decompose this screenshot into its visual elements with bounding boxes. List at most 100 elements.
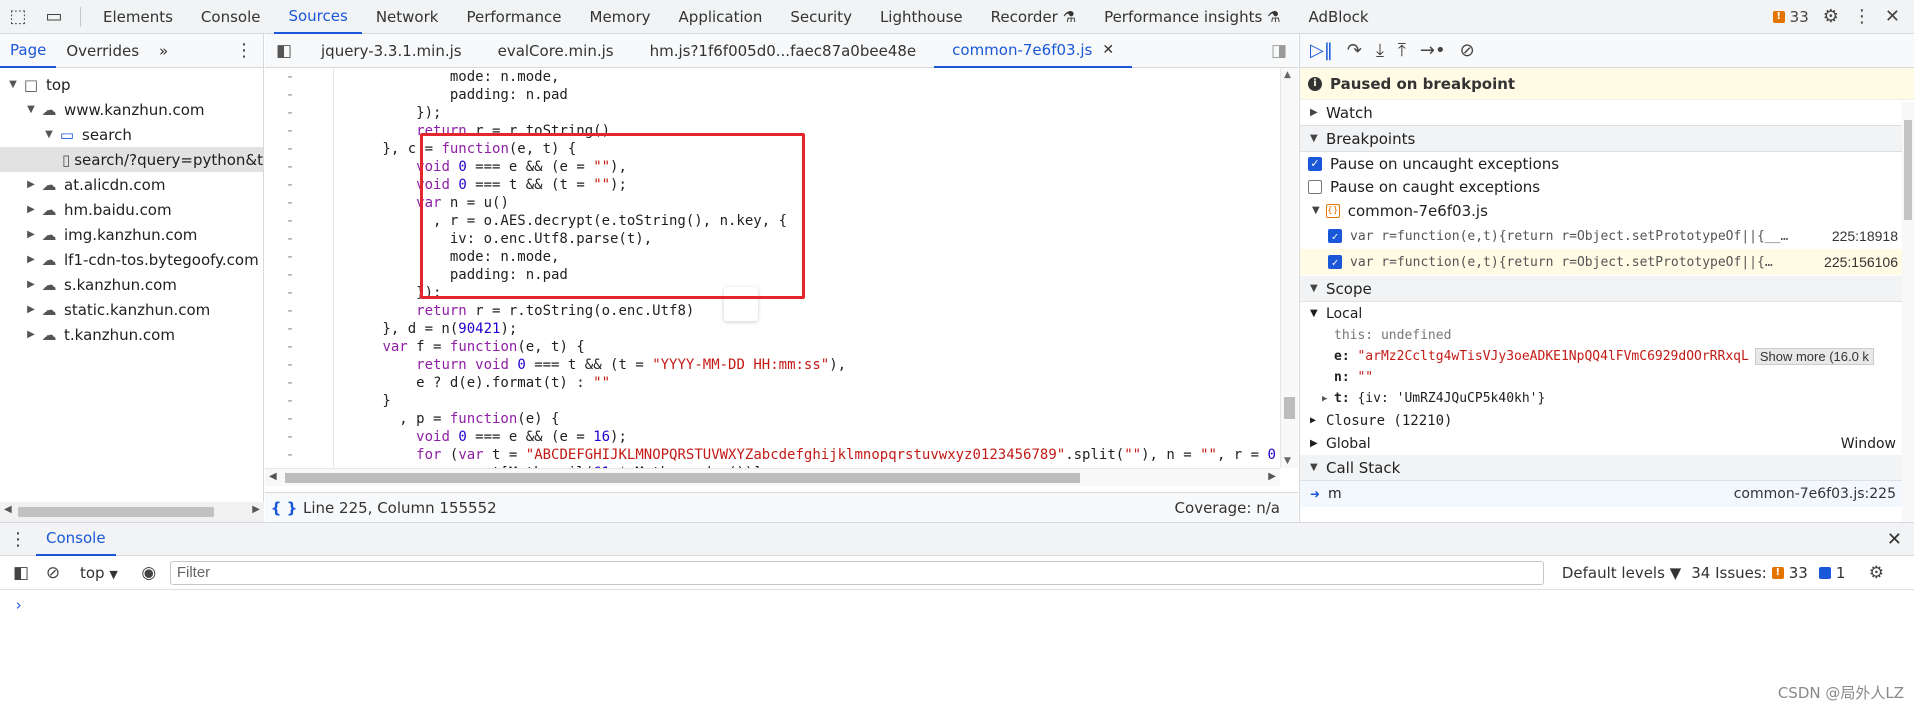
tab-adblock[interactable]: AdBlock (1294, 0, 1382, 34)
code-line[interactable]: - return void 0 === t && (t = "YYYY-MM-D… (265, 356, 1280, 374)
gear-icon[interactable]: ⚙ (1865, 563, 1887, 583)
tab-overrides[interactable]: Overrides (56, 34, 149, 68)
line-gutter[interactable]: - (265, 212, 315, 230)
navigator-horizontal-scrollbar[interactable]: ◀ ▶ (0, 502, 264, 522)
tree-item[interactable]: ▶ ☁ img.kanzhun.com (0, 222, 263, 247)
section-breakpoints[interactable]: ▼ Breakpoints (1300, 126, 1914, 152)
scroll-right-icon[interactable]: ▶ (1268, 471, 1276, 482)
tab-lighthouse[interactable]: Lighthouse (866, 0, 977, 34)
gear-icon[interactable]: ⚙ (1823, 6, 1839, 27)
scope-closure[interactable]: ▶ Closure (12210) (1300, 409, 1914, 432)
breakpoint-item[interactable]: ✓ var r=function(e,t){return r=Object.set… (1300, 249, 1914, 275)
more-tabs-icon[interactable]: » (149, 34, 178, 68)
expand-icon[interactable]: ▶ (24, 279, 38, 290)
device-toolbar-icon[interactable]: ▭ (36, 0, 72, 34)
collapse-icon[interactable]: ▼ (6, 79, 20, 90)
code-line[interactable]: - for (var t = "ABCDEFGHIJKLMNOPQRSTUVWX… (265, 446, 1280, 464)
tab-recorder[interactable]: Recorder ⚗ (977, 0, 1090, 34)
call-frame[interactable]: ➜ m common-7e6f03.js:225 (1300, 481, 1914, 507)
tab-elements[interactable]: Elements (89, 0, 187, 34)
tree-item[interactable]: ▶ ☁ at.alicdn.com (0, 172, 263, 197)
line-gutter[interactable]: - (265, 122, 315, 140)
expand-icon[interactable]: ▶ (24, 254, 38, 265)
breakpoint-file-group[interactable]: ▼ {} common-7e6f03.js (1300, 198, 1914, 223)
filter-input[interactable] (169, 560, 1544, 585)
scroll-up-icon[interactable]: ▲ (1284, 70, 1291, 80)
step-out-icon[interactable]: ⤒ (1398, 40, 1406, 61)
expand-icon[interactable]: ▶ (24, 329, 38, 340)
code-line[interactable]: - }); (265, 104, 1280, 122)
kebab-menu-icon[interactable]: ⋮ (235, 40, 263, 61)
context-selector[interactable]: top ▼ (80, 564, 118, 582)
line-gutter[interactable]: - (265, 158, 315, 176)
eye-icon[interactable]: ◉ (138, 563, 160, 583)
toggle-debugger-icon[interactable]: ◨ (1260, 41, 1298, 61)
close-tab-icon[interactable]: ✕ (1102, 42, 1114, 58)
tab-sources[interactable]: Sources (274, 0, 362, 34)
line-gutter[interactable]: - (265, 140, 315, 158)
line-gutter[interactable]: - (265, 374, 315, 392)
inspect-element-icon[interactable]: ⬚ (0, 0, 36, 34)
scroll-right-icon[interactable]: ▶ (252, 504, 260, 515)
code-line[interactable]: - e ? d(e).format(t) : "" (265, 374, 1280, 392)
line-gutter[interactable]: - (265, 410, 315, 428)
editor-tab[interactable]: hm.js?1f6f005d0...faec87a0bee48e (632, 34, 935, 68)
tab-network[interactable]: Network (362, 0, 453, 34)
breakpoint-item[interactable]: ✓ var r=function(e,t){return r=Object.set… (1300, 223, 1914, 249)
tree-item[interactable]: ▼ □ top (0, 72, 263, 97)
pause-caught-option[interactable]: Pause on caught exceptions (1300, 175, 1914, 198)
code-line[interactable]: - } (265, 392, 1280, 410)
checkbox-unchecked[interactable] (1308, 179, 1322, 194)
close-drawer-icon[interactable]: ✕ (1887, 529, 1914, 550)
section-call-stack[interactable]: ▼ Call Stack (1300, 455, 1914, 481)
expand-icon[interactable]: ▶ (24, 179, 38, 190)
section-scope[interactable]: ▼ Scope (1300, 276, 1914, 302)
step-into-icon[interactable]: ⤓ (1376, 40, 1384, 61)
editor-tab[interactable]: common-7e6f03.js ✕ (934, 34, 1133, 68)
scroll-left-icon[interactable]: ◀ (4, 504, 12, 515)
tree-item[interactable]: ▶ ☁ t.kanzhun.com (0, 322, 263, 347)
tab-memory[interactable]: Memory (576, 0, 665, 34)
line-gutter[interactable]: - (265, 176, 315, 194)
expand-icon[interactable]: ▶ (24, 229, 38, 240)
code-line[interactable]: - padding: n.pad (265, 86, 1280, 104)
code-line[interactable]: - return r = r.toString(o.enc.Utf8) (265, 302, 1280, 320)
scrollbar-thumb[interactable] (18, 507, 214, 517)
scope-global[interactable]: ▶ Global Window (1300, 432, 1914, 455)
line-gutter[interactable]: - (265, 320, 315, 338)
expand-icon[interactable]: ▶ (24, 204, 38, 215)
scrollbar-thumb[interactable] (1904, 120, 1912, 220)
kebab-menu-icon[interactable]: ⋮ (1853, 6, 1871, 27)
clear-console-icon[interactable]: ⊘ (42, 563, 64, 583)
resume-icon[interactable]: ▷‖ (1310, 40, 1333, 61)
scope-var-n[interactable]: n: "" (1300, 367, 1914, 388)
tab-security[interactable]: Security (776, 0, 866, 34)
collapse-icon[interactable]: ▼ (42, 129, 56, 140)
scrollbar-thumb[interactable] (285, 473, 1080, 483)
line-gutter[interactable]: - (265, 68, 315, 86)
pause-uncaught-option[interactable]: ✓ Pause on uncaught exceptions (1300, 152, 1914, 175)
line-gutter[interactable]: - (265, 446, 315, 464)
line-gutter[interactable]: - (265, 338, 315, 356)
line-gutter[interactable]: - (265, 230, 315, 248)
tab-page[interactable]: Page (0, 34, 57, 68)
checkbox-checked[interactable]: ✓ (1328, 255, 1342, 269)
editor-tab[interactable]: jquery-3.3.1.min.js (303, 34, 480, 68)
step-over-icon[interactable]: ↷ (1347, 40, 1362, 61)
code-line[interactable]: - void 0 === e && (e = 16); (265, 428, 1280, 446)
deactivate-breakpoints-icon[interactable]: ⊘ (1460, 40, 1475, 61)
scope-var-this[interactable]: this: undefined (1300, 325, 1914, 346)
scope-var-e[interactable]: e: "arMz2Ccltg4wTisVJy3oeADKE1NpQQ4lFVmC… (1300, 346, 1914, 367)
tab-performance[interactable]: Performance (452, 0, 575, 34)
tree-item[interactable]: ▶ ☁ static.kanzhun.com (0, 297, 263, 322)
line-gutter[interactable]: - (265, 194, 315, 212)
scrollbar-thumb[interactable] (1284, 397, 1295, 419)
tab-performance-insights[interactable]: Performance insights ⚗ (1090, 0, 1294, 34)
checkbox-checked[interactable]: ✓ (1328, 229, 1342, 243)
line-gutter[interactable]: - (265, 392, 315, 410)
issues-counter[interactable]: ! 33 (1772, 8, 1809, 26)
section-watch[interactable]: ▶ Watch (1300, 100, 1914, 126)
checkbox-checked[interactable]: ✓ (1308, 156, 1322, 171)
scope-local[interactable]: ▼ Local (1300, 302, 1914, 325)
code-line[interactable]: - var f = function(e, t) { (265, 338, 1280, 356)
